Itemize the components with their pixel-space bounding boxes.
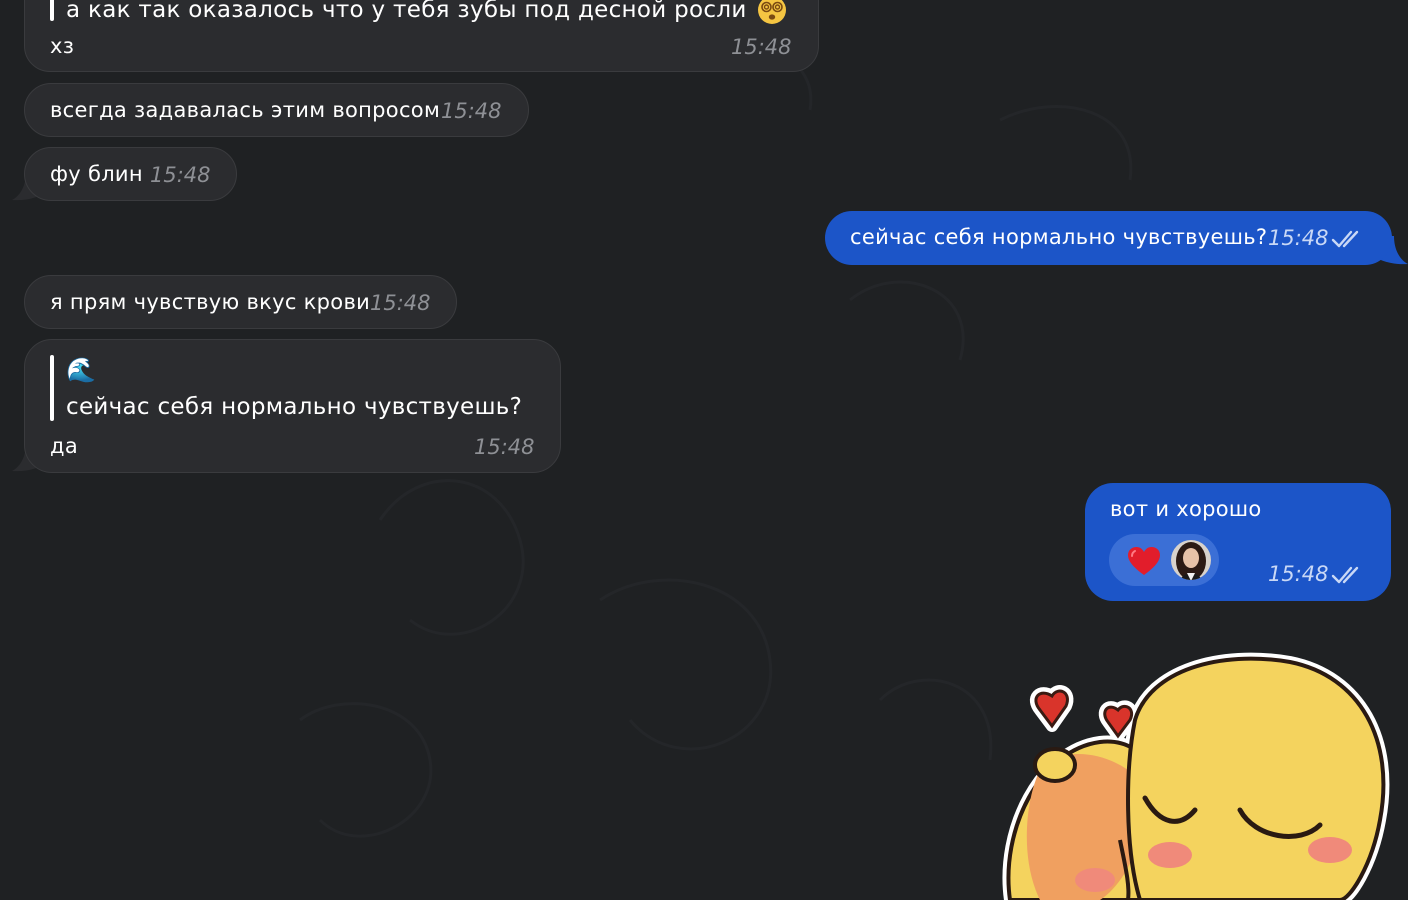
message-outgoing[interactable]: сейчас себя нормально чувствуешь? 15:48 — [825, 211, 1392, 265]
dizzy-face-emoji-icon — [758, 0, 786, 24]
message-time: 15:48 — [474, 435, 535, 459]
message-incoming[interactable]: я прям чувствую вкус крови 15:48 — [24, 275, 457, 329]
message-time: 15:48 — [370, 291, 431, 315]
message-text: вот и хорошо — [1110, 497, 1262, 521]
reply-quote-text: а как так оказалось что у тебя зубы под … — [66, 0, 747, 23]
message-text: я прям чувствую вкус крови — [50, 290, 371, 314]
message-text: да — [50, 434, 78, 458]
double-check-icon — [1331, 566, 1359, 584]
message-time: 15:48 — [1268, 562, 1329, 586]
double-check-icon — [1331, 230, 1359, 248]
heart-icon — [1128, 547, 1160, 575]
message-time: 15:48 — [150, 163, 211, 187]
reply-quote-text: сейчас себя нормально чувствуешь? — [66, 394, 523, 420]
reaction-chip[interactable] — [1109, 534, 1219, 586]
message-time: 15:48 — [1268, 226, 1329, 250]
hugging-chicks-sticker[interactable] — [1000, 650, 1400, 900]
message-incoming[interactable]: фу блин 15:48 — [24, 147, 237, 201]
message-incoming[interactable]: всегда задавалась этим вопросом 15:48 — [24, 83, 529, 137]
message-text: хз — [50, 34, 75, 58]
user-avatar[interactable] — [1170, 539, 1212, 581]
message-text: сейчас себя нормально чувствуешь? — [850, 225, 1268, 249]
message-outgoing[interactable]: вот и хорошо 15:48 — [1085, 483, 1391, 601]
reply-quote-bar — [50, 0, 54, 21]
message-incoming-reply[interactable]: а как так оказалось что у тебя зубы под … — [24, 0, 819, 72]
message-time: 15:48 — [731, 35, 792, 59]
message-text: всегда задавалась этим вопросом — [50, 98, 441, 122]
reply-quote-author-emoji: 🌊 — [66, 356, 97, 384]
reply-quote-bar — [50, 355, 54, 421]
message-time: 15:48 — [441, 99, 502, 123]
message-text: фу блин — [50, 162, 143, 186]
message-incoming-reply[interactable]: 🌊 сейчас себя нормально чувствуешь? да 1… — [24, 339, 561, 473]
